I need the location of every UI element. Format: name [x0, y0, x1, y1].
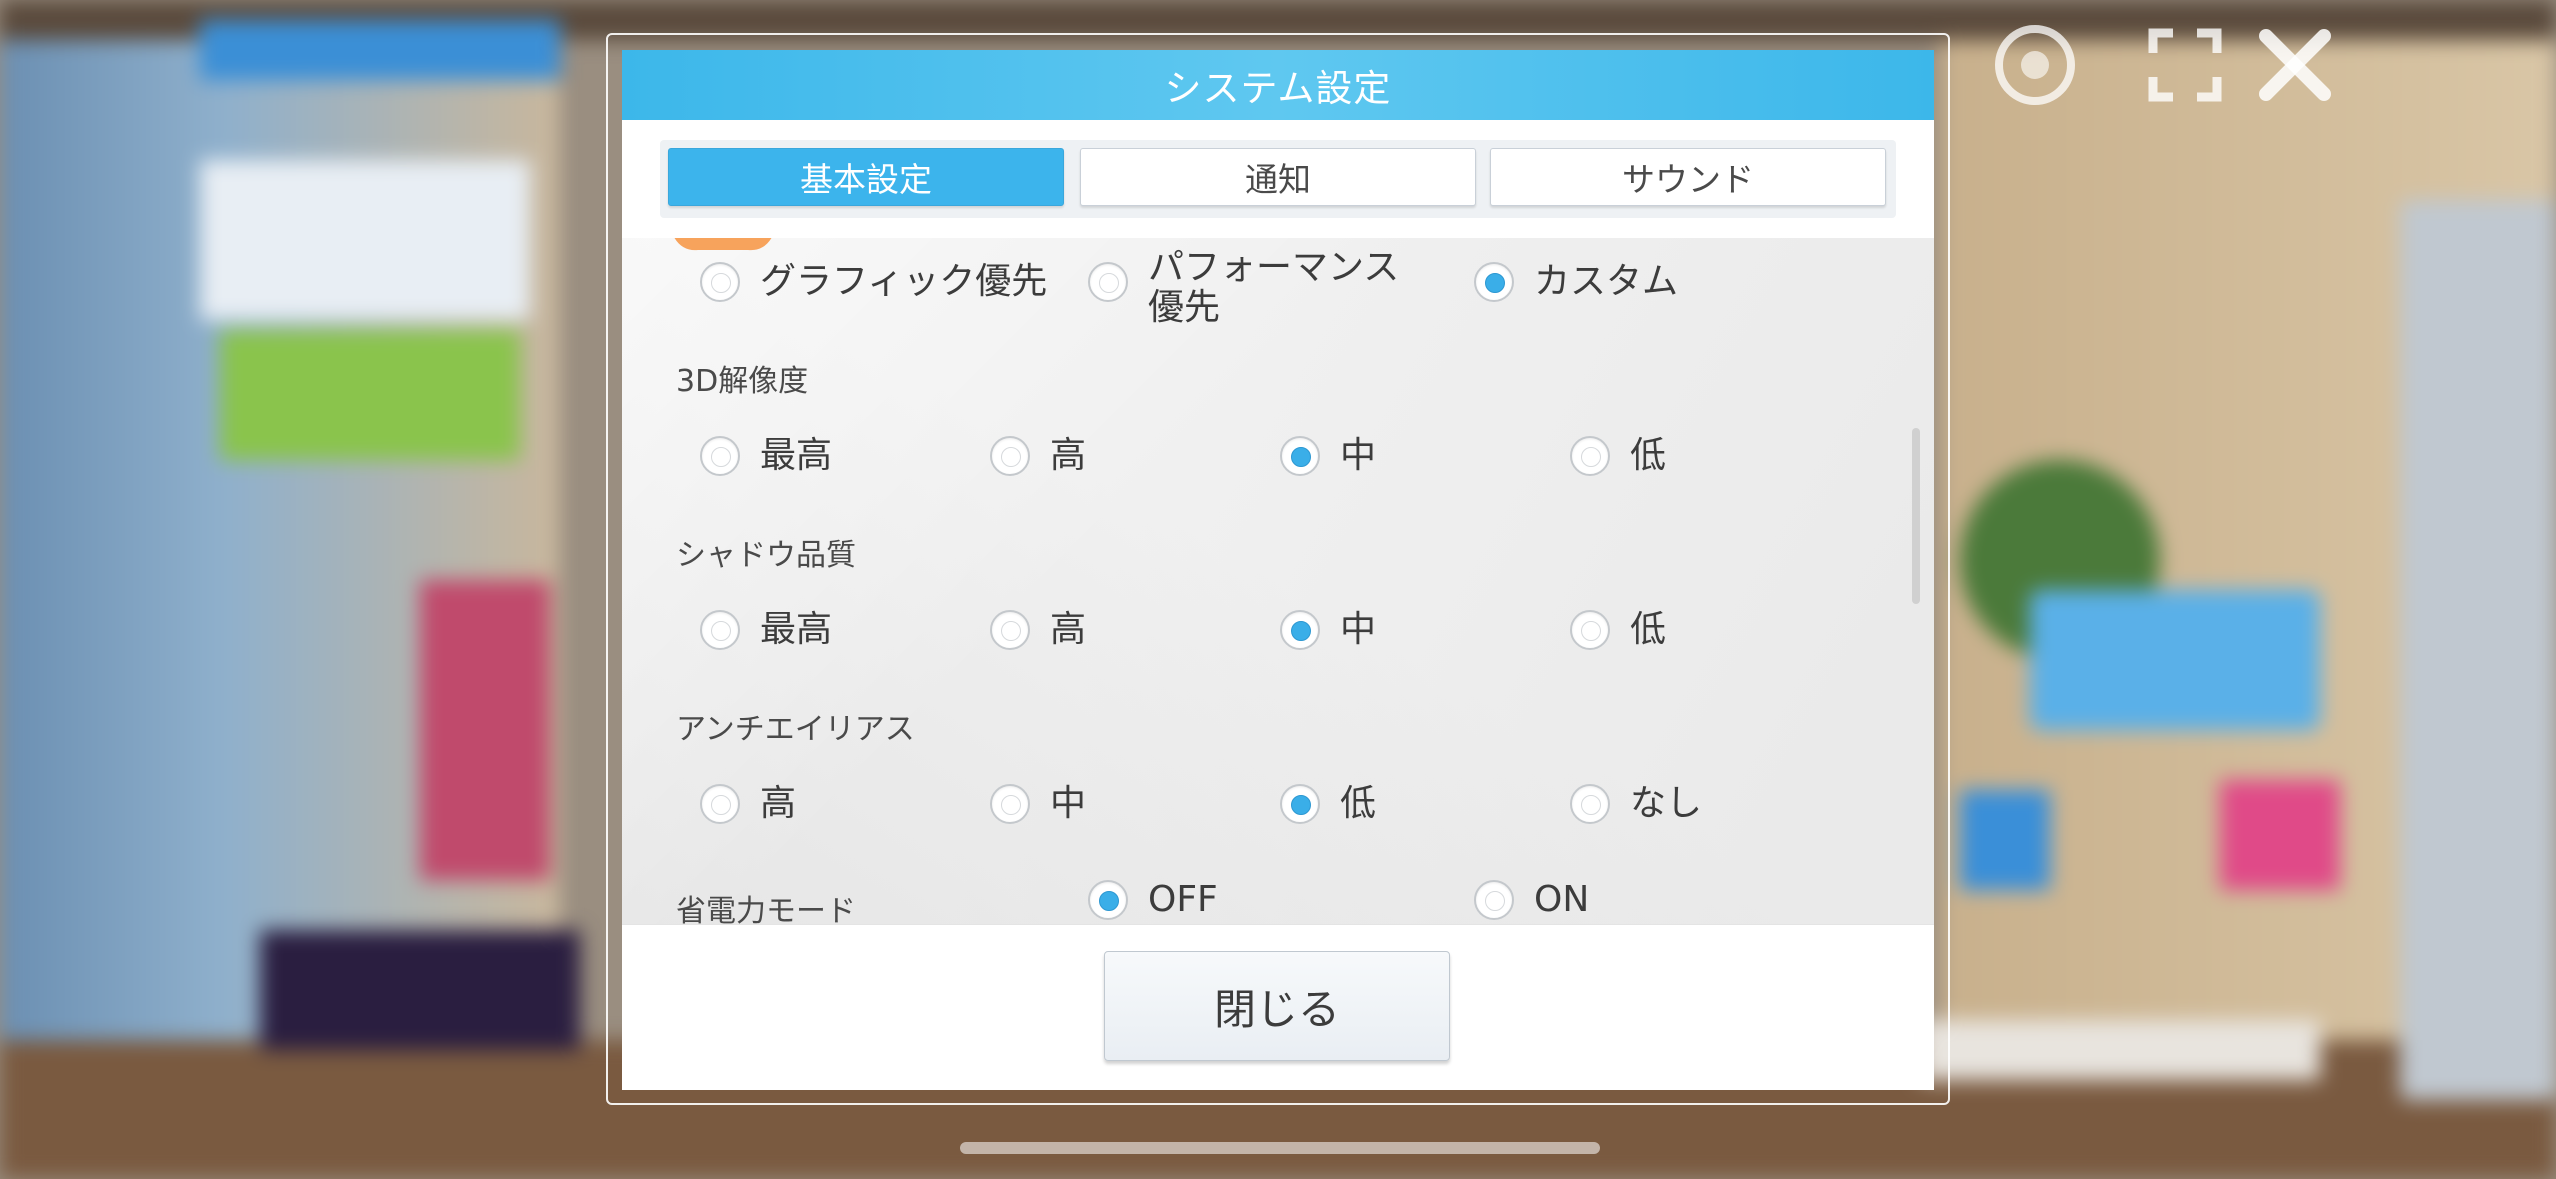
resolution-option-low[interactable]: 低: [1570, 436, 1666, 476]
tab-bar: 基本設定 通知 サウンド: [660, 140, 1896, 218]
aa-medium-label: 中: [1050, 783, 1087, 824]
radio-preset-custom[interactable]: [1474, 262, 1514, 302]
radio-aa-low[interactable]: [1280, 784, 1320, 824]
preset-option-performance[interactable]: パフォーマンス 優先: [1088, 248, 1399, 328]
close-x-icon[interactable]: [2250, 20, 2340, 110]
radio-preset-performance[interactable]: [1088, 262, 1128, 302]
resolution-medium-label: 中: [1340, 435, 1377, 476]
tab-sound[interactable]: サウンド: [1490, 148, 1886, 206]
radio-aa-none[interactable]: [1570, 784, 1610, 824]
radio-preset-graphics[interactable]: [700, 262, 740, 302]
preset-custom-label: カスタム: [1534, 261, 1679, 302]
radio-power-on[interactable]: [1474, 880, 1514, 920]
radio-resolution-high[interactable]: [990, 436, 1030, 476]
aa-option-medium[interactable]: 中: [990, 784, 1086, 824]
radio-power-off[interactable]: [1088, 880, 1128, 920]
radio-shadow-medium[interactable]: [1280, 610, 1320, 650]
settings-content[interactable]: グラフィック優先 パフォーマンス 優先 カスタム 3D解像度 最高 高 中 低: [622, 238, 1934, 924]
aa-low-label: 低: [1340, 783, 1377, 824]
resolution-low-label: 低: [1630, 435, 1667, 476]
shadow-quality-label: シャドウ品質: [676, 538, 856, 573]
resolution-high-label: 高: [1050, 435, 1087, 476]
resolution-option-high[interactable]: 高: [990, 436, 1086, 476]
dialog-title: システム設定: [1164, 67, 1392, 110]
shadow-option-highest[interactable]: 最高: [700, 610, 832, 650]
resolution-3d-label: 3D解像度: [676, 364, 809, 399]
aa-option-low[interactable]: 低: [1280, 784, 1376, 824]
aa-option-high[interactable]: 高: [700, 784, 796, 824]
power-option-off[interactable]: OFF: [1088, 880, 1218, 920]
radio-resolution-highest[interactable]: [700, 436, 740, 476]
tab-basic-settings[interactable]: 基本設定: [668, 148, 1064, 206]
radio-aa-medium[interactable]: [990, 784, 1030, 824]
resolution-option-medium[interactable]: 中: [1280, 436, 1376, 476]
radio-shadow-high[interactable]: [990, 610, 1030, 650]
preset-graphics-label: グラフィック優先: [760, 261, 1048, 302]
dialog-footer: 閉じる: [622, 924, 1934, 1090]
shadow-option-high[interactable]: 高: [990, 610, 1086, 650]
radio-aa-high[interactable]: [700, 784, 740, 824]
power-off-label: OFF: [1148, 879, 1218, 920]
shadow-low-label: 低: [1630, 609, 1667, 650]
aa-none-label: なし: [1630, 783, 1703, 824]
preset-option-graphics[interactable]: グラフィック優先: [700, 262, 1047, 302]
dialog-title-bar: システム設定: [622, 50, 1934, 120]
radio-resolution-low[interactable]: [1570, 436, 1610, 476]
system-settings-dialog: システム設定 基本設定 通知 サウンド グラフィック優先 パフォーマンス 優先 …: [622, 50, 1934, 1090]
shadow-high-label: 高: [1050, 609, 1087, 650]
radio-shadow-low[interactable]: [1570, 610, 1610, 650]
fullscreen-icon[interactable]: [2140, 20, 2230, 110]
aa-option-none[interactable]: なし: [1570, 784, 1702, 824]
resolution-option-highest[interactable]: 最高: [700, 436, 832, 476]
home-indicator[interactable]: [960, 1142, 1600, 1154]
shadow-highest-label: 最高: [760, 609, 833, 650]
recommended-badge-icon: [674, 238, 772, 251]
resolution-highest-label: 最高: [760, 435, 833, 476]
scrollbar[interactable]: [1912, 428, 1920, 604]
radio-resolution-medium[interactable]: [1280, 436, 1320, 476]
shadow-option-medium[interactable]: 中: [1280, 610, 1376, 650]
power-saving-label: 省電力モード: [676, 894, 856, 924]
logo-badge-icon[interactable]: [1990, 20, 2080, 110]
anti-aliasing-label: アンチエイリアス: [676, 712, 915, 747]
preset-performance-label: パフォーマンス 優先: [1148, 247, 1400, 328]
radio-shadow-highest[interactable]: [700, 610, 740, 650]
power-on-label: ON: [1534, 879, 1590, 920]
tab-notifications[interactable]: 通知: [1080, 148, 1476, 206]
aa-high-label: 高: [760, 783, 797, 824]
close-button[interactable]: 閉じる: [1104, 951, 1450, 1061]
power-option-on[interactable]: ON: [1474, 880, 1589, 920]
preset-option-custom[interactable]: カスタム: [1474, 262, 1678, 302]
shadow-option-low[interactable]: 低: [1570, 610, 1666, 650]
shadow-medium-label: 中: [1340, 609, 1377, 650]
